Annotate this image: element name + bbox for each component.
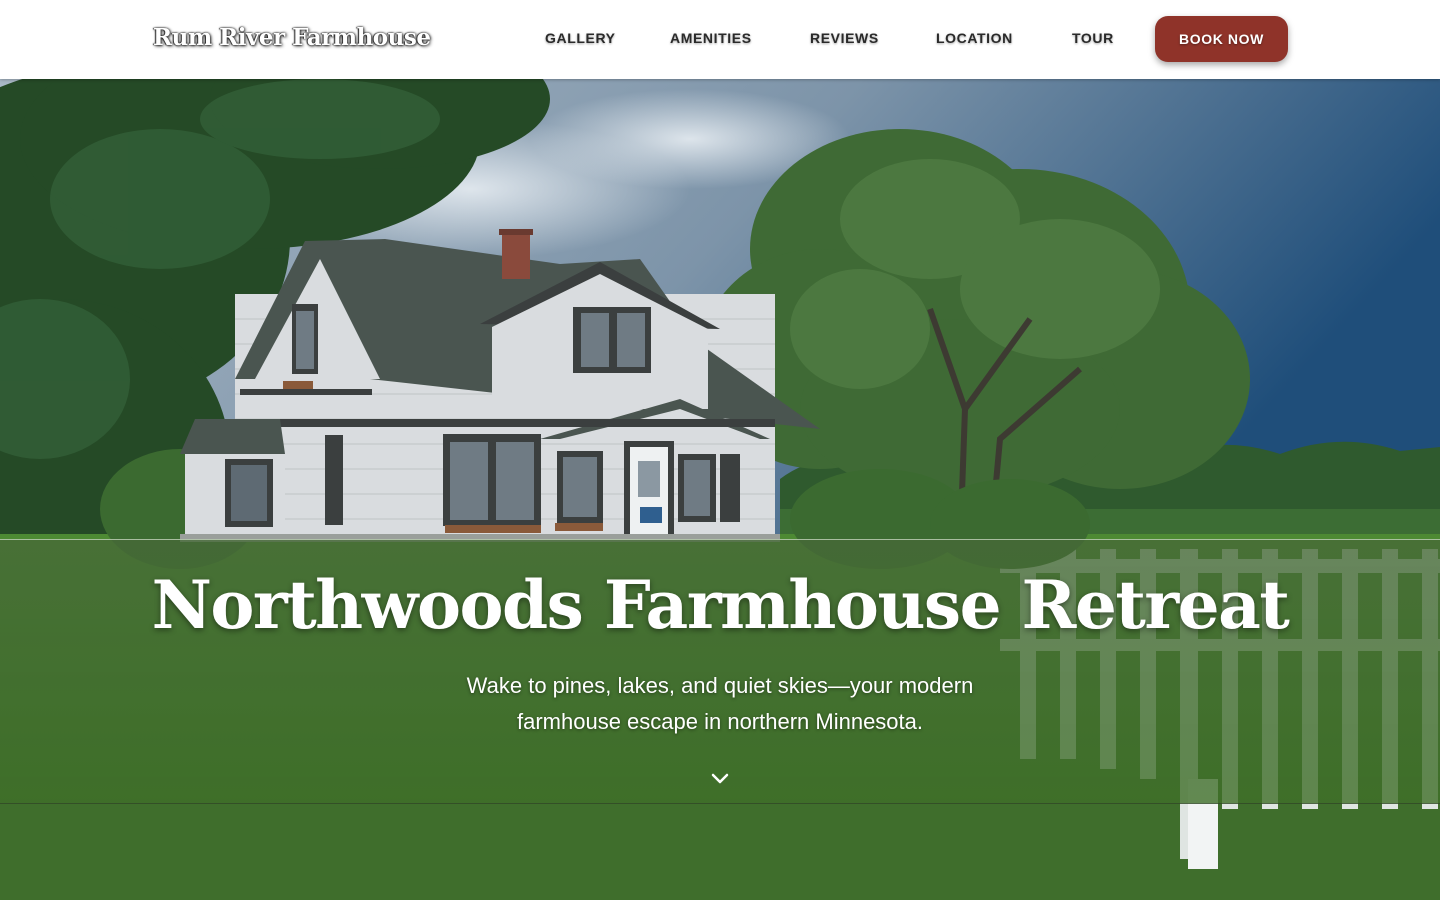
nav-gallery[interactable]: GALLERY: [545, 30, 616, 46]
hero-section: Northwoods Farmhouse Retreat Wake to pin…: [0, 79, 1440, 900]
hero-subtitle: Wake to pines, lakes, and quiet skies—yo…: [466, 673, 974, 734]
nav-tour[interactable]: TOUR: [1072, 30, 1114, 46]
nav-amenities[interactable]: AMENITIES: [670, 30, 752, 46]
site-header: Rum River Farmhouse GALLERY AMENITIES RE…: [0, 0, 1440, 79]
nav-location[interactable]: LOCATION: [936, 30, 1013, 46]
book-now-button[interactable]: BOOK NOW: [1155, 16, 1288, 62]
hero-title: Northwoods Farmhouse Retreat: [151, 566, 1290, 644]
brand-logo[interactable]: Rum River Farmhouse: [153, 24, 431, 51]
nav-reviews[interactable]: REVIEWS: [810, 30, 879, 46]
chevron-down-icon[interactable]: [708, 767, 732, 791]
